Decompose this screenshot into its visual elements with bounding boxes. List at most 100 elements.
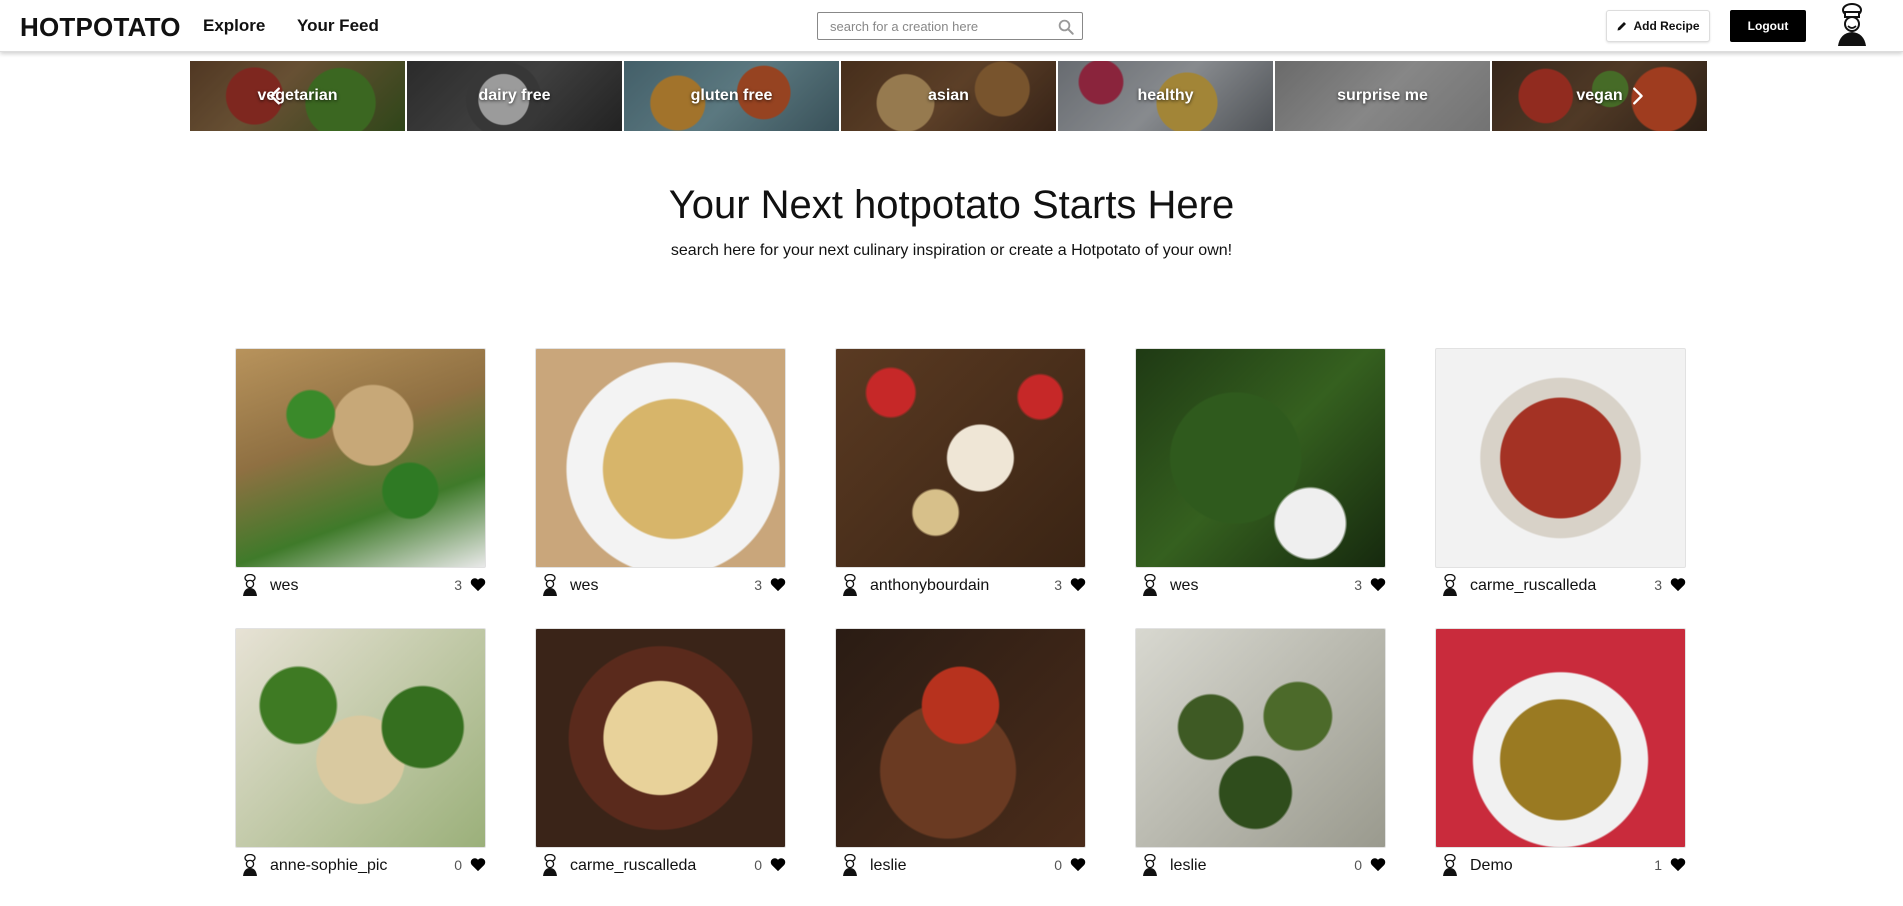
recipe-meta: wes 3 [235, 574, 486, 596]
recipe-meta: wes 3 [1135, 574, 1386, 596]
like-count: 3 [1354, 577, 1362, 593]
heart-icon[interactable] [1070, 857, 1086, 872]
recipe-card: wes 3 [535, 348, 786, 600]
logout-button[interactable]: Logout [1730, 10, 1806, 42]
recipe-image[interactable] [1135, 628, 1386, 848]
recipe-author[interactable]: wes [570, 577, 598, 595]
category-tile-asian[interactable]: asian [841, 61, 1057, 131]
category-tile-dairy-free[interactable]: dairy free [407, 61, 623, 131]
category-label: healthy [1137, 87, 1194, 104]
recipe-image[interactable] [235, 628, 486, 848]
hero-subtitle: search here for your next culinary inspi… [670, 242, 1233, 259]
chef-avatar-icon [843, 854, 857, 876]
recipe-image[interactable] [535, 628, 786, 848]
recipe-image[interactable] [1135, 348, 1386, 568]
recipe-image[interactable] [1435, 628, 1686, 848]
heart-icon[interactable] [470, 857, 486, 872]
heart-icon[interactable] [1070, 577, 1086, 592]
category-label: vegan [1576, 87, 1623, 104]
recipe-meta: carme_ruscalleda 0 [535, 854, 786, 876]
chef-avatar-icon [243, 854, 257, 876]
recipe-meta: wes 3 [535, 574, 786, 596]
recipe-meta: Demo 1 [1435, 854, 1686, 876]
chef-avatar-icon [843, 574, 857, 596]
heart-icon[interactable] [770, 857, 786, 872]
search-input[interactable] [818, 13, 1048, 39]
nav-link-explore[interactable]: Explore [203, 16, 265, 36]
chef-avatar-icon [1143, 574, 1157, 596]
recipe-card: leslie 0 [1135, 628, 1386, 880]
recipe-author[interactable]: leslie [870, 857, 906, 875]
pencil-icon [1617, 22, 1627, 31]
recipe-card: leslie 0 [835, 628, 1086, 880]
recipe-author[interactable]: wes [270, 577, 298, 595]
category-tile-surprise-me[interactable]: surprise me [1275, 61, 1491, 131]
recipe-card: anne-sophie_pic 0 [235, 628, 486, 880]
recipe-author[interactable]: anthonybourdain [870, 577, 989, 595]
chevron-left-icon[interactable] [265, 85, 287, 107]
heart-icon[interactable] [1670, 857, 1686, 872]
recipe-card: wes 3 [235, 348, 486, 600]
chef-avatar-icon [1443, 854, 1457, 876]
category-label: dairy free [478, 87, 551, 104]
recipe-meta: carme_ruscalleda 3 [1435, 574, 1686, 596]
recipe-card: anthonybourdain 3 [835, 348, 1086, 600]
category-tile-vegetarian[interactable]: vegetarian [190, 61, 406, 131]
like-count: 3 [1654, 577, 1662, 593]
like-count: 0 [1054, 857, 1062, 873]
chef-avatar-icon[interactable] [1834, 2, 1870, 48]
hero-title: Your Next hotpotato Starts Here [668, 183, 1235, 227]
like-count: 0 [454, 857, 462, 873]
recipe-image[interactable] [1435, 348, 1686, 568]
heart-icon[interactable] [770, 577, 786, 592]
recipe-author[interactable]: leslie [1170, 857, 1206, 875]
recipe-author[interactable]: carme_ruscalleda [570, 857, 696, 875]
nav-link-your-feed[interactable]: Your Feed [297, 16, 379, 36]
recipe-image[interactable] [835, 348, 1086, 568]
recipe-card: Demo 1 [1435, 628, 1686, 880]
recipe-meta: anthonybourdain 3 [835, 574, 1086, 596]
recipe-image[interactable] [235, 348, 486, 568]
like-count: 0 [754, 857, 762, 873]
add-recipe-button[interactable]: Add Recipe [1606, 10, 1710, 42]
category-tile-healthy[interactable]: healthy [1058, 61, 1274, 131]
chevron-right-icon[interactable] [1626, 85, 1648, 107]
heart-icon[interactable] [1670, 577, 1686, 592]
like-count: 3 [1054, 577, 1062, 593]
brand-logo[interactable]: HOTPOTATO [20, 12, 181, 43]
category-tile-vegan[interactable]: vegan [1492, 61, 1708, 131]
heart-icon[interactable] [1370, 577, 1386, 592]
like-count: 0 [1354, 857, 1362, 873]
search-bar [817, 12, 1083, 40]
heart-icon[interactable] [470, 577, 486, 592]
chef-avatar-icon [243, 574, 257, 596]
recipe-author[interactable]: carme_ruscalleda [1470, 577, 1596, 595]
recipe-meta: leslie 0 [1135, 854, 1386, 876]
recipe-image[interactable] [535, 348, 786, 568]
recipe-image[interactable] [835, 628, 1086, 848]
chef-avatar-icon [543, 574, 557, 596]
add-recipe-label: Add Recipe [1633, 19, 1700, 33]
category-label: gluten free [690, 87, 773, 104]
like-count: 1 [1654, 857, 1662, 873]
recipe-author[interactable]: wes [1170, 577, 1198, 595]
category-tile-gluten-free[interactable]: gluten free [624, 61, 840, 131]
like-count: 3 [754, 577, 762, 593]
category-label: surprise me [1337, 87, 1428, 104]
recipe-author[interactable]: Demo [1470, 857, 1513, 875]
recipe-card: carme_ruscalleda 0 [535, 628, 786, 880]
recipe-card: carme_ruscalleda 3 [1435, 348, 1686, 600]
heart-icon[interactable] [1370, 857, 1386, 872]
recipe-card: wes 3 [1135, 348, 1386, 600]
category-carousel: vegetarian dairy free gluten free asian … [190, 61, 1711, 131]
chef-avatar-icon [543, 854, 557, 876]
recipe-author[interactable]: anne-sophie_pic [270, 857, 387, 875]
chef-avatar-icon [1443, 574, 1457, 596]
recipe-meta: anne-sophie_pic 0 [235, 854, 486, 876]
top-navbar: HOTPOTATO Explore Your Feed Add Recipe L… [0, 0, 1903, 52]
chef-avatar-icon [1143, 854, 1157, 876]
like-count: 3 [454, 577, 462, 593]
search-icon[interactable] [1057, 18, 1075, 36]
category-label: asian [928, 87, 969, 104]
recipe-meta: leslie 0 [835, 854, 1086, 876]
